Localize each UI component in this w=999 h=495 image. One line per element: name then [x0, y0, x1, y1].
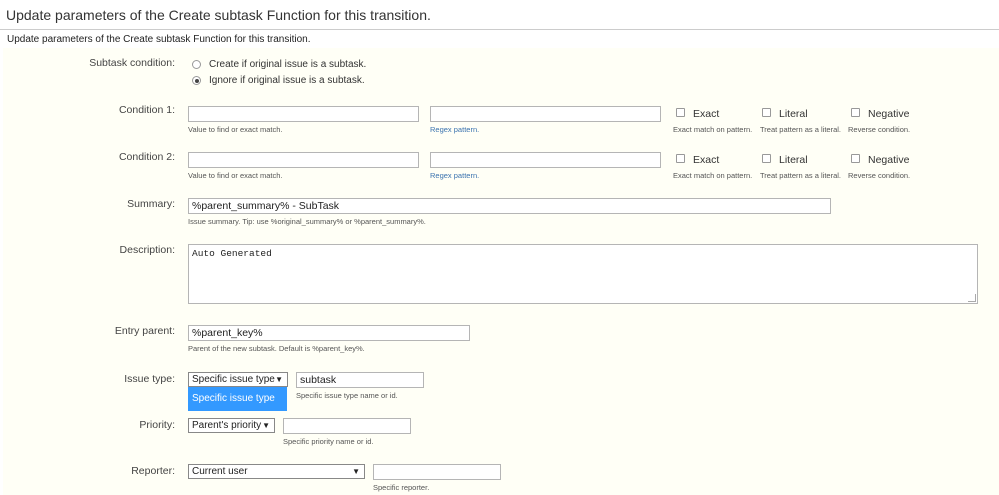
condition1-exact-checkbox[interactable] [676, 108, 685, 117]
reporter-select[interactable]: Current user ▼ [188, 464, 365, 479]
condition2-exact-checkbox[interactable] [676, 154, 685, 163]
condition2-regex-input[interactable] [430, 152, 661, 168]
condition2-exact-label: Exact [693, 154, 720, 166]
condition1-label: Condition 1: [118, 104, 175, 116]
condition2-value-input[interactable] [188, 152, 419, 168]
subtask-condition-label: Subtask condition: [89, 57, 175, 69]
entry-parent-label: Entry parent: [114, 325, 175, 337]
description-textarea[interactable]: Auto Generated [188, 244, 978, 304]
condition2-negative-hint: Reverse condition. [848, 171, 911, 180]
priority-selected: Parent's priority [192, 420, 262, 431]
issue-type-hint: Specific issue type name or id. [296, 391, 398, 400]
condition1-literal-label: Literal [779, 108, 808, 120]
condition1-negative-hint: Reverse condition. [848, 125, 911, 134]
description-text: Auto Generated [192, 248, 272, 259]
condition1-exact-hint: Exact match on pattern. [673, 125, 753, 134]
condition2-label: Condition 2: [118, 151, 175, 163]
priority-input[interactable] [283, 418, 411, 434]
condition1-exact-label: Exact [693, 108, 720, 120]
entry-parent-input[interactable] [188, 325, 470, 341]
priority-select[interactable]: Parent's priority ▼ [188, 418, 275, 433]
issue-type-dropdown-option[interactable]: Specific issue type [188, 387, 287, 411]
condition2-regex-hint[interactable]: Regex pattern. [430, 171, 479, 180]
summary-label: Summary: [127, 198, 175, 210]
priority-hint: Specific priority name or id. [283, 437, 374, 446]
issue-type-input[interactable] [296, 372, 424, 388]
condition1-negative-label: Negative [868, 108, 910, 120]
condition1-regex-hint[interactable]: Regex pattern. [430, 125, 479, 134]
summary-hint: Issue summary. Tip: use %original_summar… [188, 217, 426, 226]
condition2-value-hint: Value to find or exact match. [188, 171, 283, 180]
description-label: Description: [119, 244, 175, 256]
reporter-selected: Current user [192, 466, 248, 477]
condition1-negative-checkbox[interactable] [851, 108, 860, 117]
condition1-value-hint: Value to find or exact match. [188, 125, 283, 134]
condition2-exact-hint: Exact match on pattern. [673, 171, 753, 180]
form-description: Update parameters of the Create subtask … [7, 34, 311, 45]
condition1-literal-hint: Treat pattern as a literal. [760, 125, 842, 134]
page-title: Update parameters of the Create subtask … [6, 7, 431, 23]
priority-label: Priority: [139, 419, 175, 431]
condition1-value-input[interactable] [188, 106, 419, 122]
issue-type-select[interactable]: Specific issue type ▼ [188, 372, 288, 387]
issue-type-label: Issue type: [124, 373, 175, 385]
reporter-hint: Specific reporter. [373, 483, 430, 492]
reporter-input[interactable] [373, 464, 501, 480]
resize-grip-icon[interactable] [968, 294, 976, 302]
issue-type-selected: Specific issue type [192, 374, 275, 385]
radio-create-if-subtask-label: Create if original issue is a subtask. [209, 59, 367, 70]
condition1-literal-checkbox[interactable] [762, 108, 771, 117]
summary-input[interactable] [188, 198, 831, 214]
chevron-down-icon: ▼ [262, 421, 270, 430]
entry-parent-hint: Parent of the new subtask. Default is %p… [188, 344, 365, 353]
condition1-regex-input[interactable] [430, 106, 661, 122]
condition2-literal-label: Literal [779, 154, 808, 166]
radio-create-if-subtask[interactable] [192, 60, 201, 69]
radio-ignore-if-subtask-label: Ignore if original issue is a subtask. [209, 75, 365, 86]
condition2-literal-checkbox[interactable] [762, 154, 771, 163]
chevron-down-icon: ▼ [352, 467, 360, 476]
radio-ignore-if-subtask[interactable] [192, 76, 201, 85]
condition2-negative-checkbox[interactable] [851, 154, 860, 163]
title-divider [0, 29, 999, 30]
chevron-down-icon: ▼ [275, 375, 283, 384]
condition2-negative-label: Negative [868, 154, 910, 166]
condition2-literal-hint: Treat pattern as a literal. [760, 171, 842, 180]
reporter-label: Reporter: [131, 465, 175, 477]
